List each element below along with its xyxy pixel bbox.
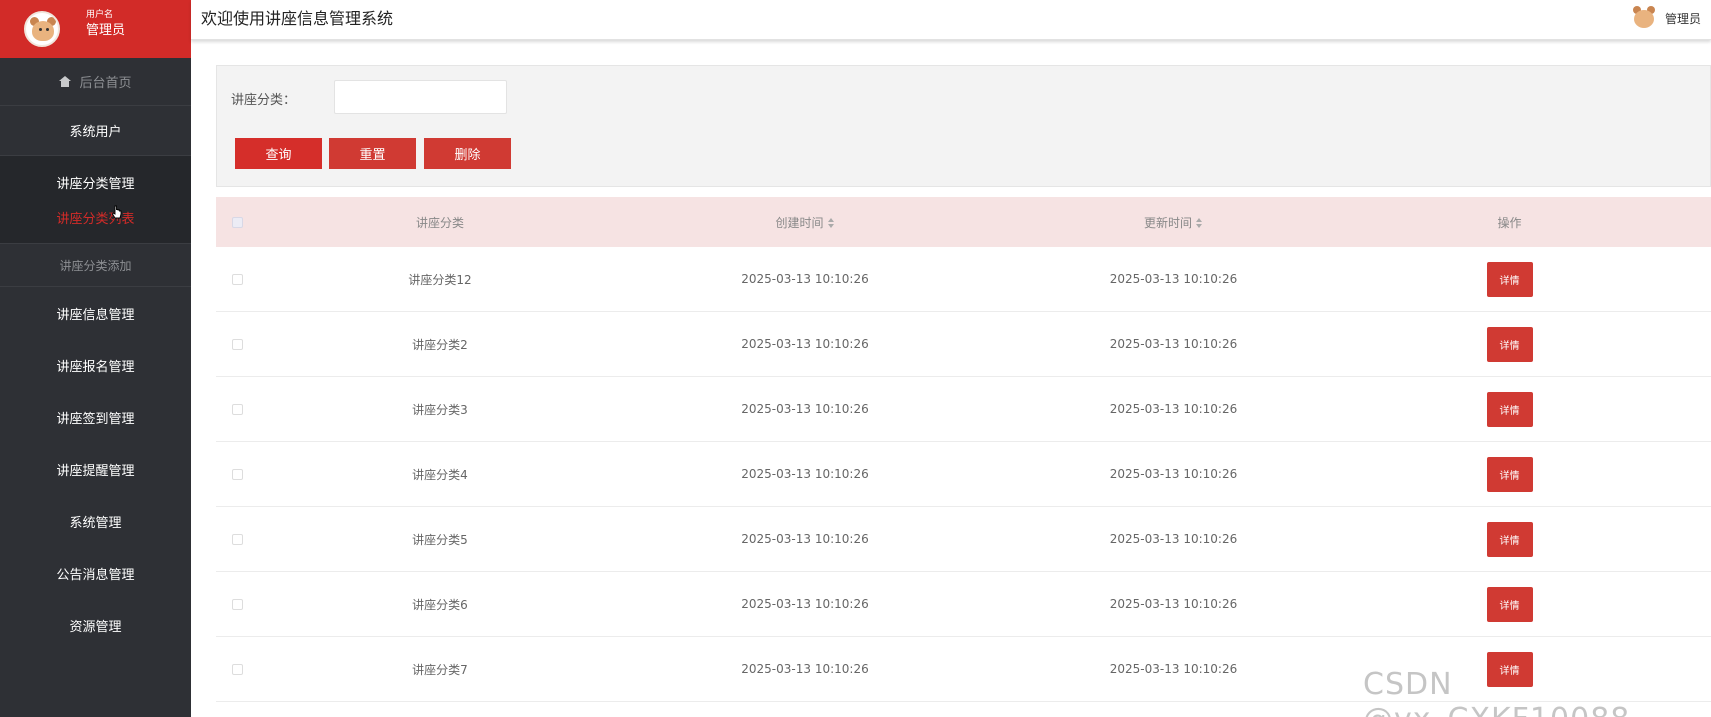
avatar[interactable]	[24, 11, 60, 47]
sidebar-item-checkin[interactable]: 讲座签到管理	[0, 391, 191, 443]
row-checkbox[interactable]	[232, 338, 243, 350]
top-user[interactable]: 管理员	[1631, 4, 1701, 32]
sidebar-item-label: 讲座信息管理	[56, 307, 135, 323]
detail-button[interactable]: 详情	[1486, 586, 1533, 622]
cell-updated: 2025-03-13 10:10:26	[1109, 662, 1238, 676]
row-checkbox[interactable]	[232, 663, 243, 675]
cell-category: 讲座分类3	[412, 402, 468, 417]
sidebar-item-label: 讲座报名管理	[56, 359, 135, 375]
table-row: 讲座分类12 2025-03-13 10:10:26 2025-03-13 10…	[216, 247, 1711, 312]
sidebar-item-label: 讲座签到管理	[56, 411, 135, 427]
sidebar-item-label: 讲座分类管理	[56, 176, 135, 192]
delete-button[interactable]: 删除	[424, 138, 511, 169]
table-row: 讲座分类4 2025-03-13 10:10:26 2025-03-13 10:…	[216, 442, 1711, 507]
header-created[interactable]: 创建时间	[621, 214, 989, 231]
sidebar-subitem-label: 讲座分类添加	[59, 258, 132, 273]
top-user-name: 管理员	[1664, 11, 1701, 26]
row-checkbox[interactable]	[232, 598, 243, 610]
sidebar-item-announcement[interactable]: 公告消息管理	[0, 547, 191, 599]
header-action: 操作	[1497, 215, 1522, 230]
detail-button[interactable]: 详情	[1486, 391, 1533, 427]
select-all-checkbox[interactable]	[232, 216, 243, 228]
cell-updated: 2025-03-13 10:10:26	[1109, 532, 1238, 546]
sidebar-item-label: 公告消息管理	[56, 567, 135, 583]
sidebar-item-lecture-info[interactable]: 讲座信息管理	[0, 287, 191, 339]
table-row: 讲座分类5 2025-03-13 10:10:26 2025-03-13 10:…	[216, 507, 1711, 572]
sidebar-item-registration[interactable]: 讲座报名管理	[0, 339, 191, 391]
row-checkbox[interactable]	[232, 403, 243, 415]
sort-icon[interactable]	[827, 218, 835, 228]
user-info: 用户名 管理员	[86, 9, 125, 41]
sidebar: 用户名 管理员 后台首页 系统用户 讲座分类管理 讲座分类列表 讲座分类添加 讲…	[0, 0, 191, 717]
sidebar-item-label: 系统用户	[69, 125, 122, 140]
row-checkbox[interactable]	[232, 468, 243, 480]
cell-created: 2025-03-13 10:10:26	[741, 662, 869, 676]
cell-created: 2025-03-13 10:10:26	[741, 597, 869, 611]
cell-updated: 2025-03-13 10:10:26	[1109, 272, 1238, 286]
detail-button[interactable]: 详情	[1486, 521, 1533, 557]
search-label: 讲座分类：	[231, 93, 297, 108]
user-name: 管理员	[86, 23, 126, 38]
sidebar-subitem-category-list[interactable]: 讲座分类列表	[0, 208, 191, 244]
search-panel: 讲座分类： 查询 重置 删除	[216, 65, 1711, 187]
cell-updated: 2025-03-13 10:10:26	[1109, 402, 1238, 416]
user-label: 用户名	[86, 10, 114, 20]
sidebar-subitem-category-add[interactable]: 讲座分类添加	[0, 244, 191, 287]
sidebar-home-label: 后台首页	[79, 76, 132, 91]
sidebar-item-system[interactable]: 系统管理	[0, 495, 191, 547]
cell-created: 2025-03-13 10:10:26	[741, 467, 869, 481]
user-avatar-icon	[1631, 4, 1657, 32]
sidebar-item-category-management[interactable]: 讲座分类管理	[0, 156, 191, 208]
query-button[interactable]: 查询	[235, 138, 322, 169]
cell-created: 2025-03-13 10:10:26	[741, 402, 869, 416]
row-checkbox[interactable]	[232, 533, 243, 545]
table-row: 讲座分类2 2025-03-13 10:10:26 2025-03-13 10:…	[216, 312, 1711, 377]
sidebar-item-label: 系统管理	[69, 515, 122, 531]
pointer-cursor-icon	[111, 205, 122, 219]
cell-updated: 2025-03-13 10:10:26	[1109, 337, 1238, 351]
cell-created: 2025-03-13 10:10:26	[741, 532, 869, 546]
sidebar-item-label: 讲座提醒管理	[56, 463, 135, 479]
top-bar: 欢迎使用讲座信息管理系统 管理员	[191, 0, 1711, 40]
watermark: CSDN @vx_CXKF10088	[1363, 667, 1629, 717]
table-header: 讲座分类 创建时间 更新时间 操作	[216, 197, 1711, 247]
row-checkbox[interactable]	[232, 273, 243, 285]
cell-category: 讲座分类7	[412, 662, 468, 677]
cell-category: 讲座分类4	[412, 467, 468, 482]
table-row: 讲座分类3 2025-03-13 10:10:26 2025-03-13 10:…	[216, 377, 1711, 442]
sidebar-item-reminder[interactable]: 讲座提醒管理	[0, 443, 191, 495]
sidebar-item-label: 资源管理	[69, 619, 122, 635]
cell-category: 讲座分类5	[412, 532, 468, 547]
cell-category: 讲座分类6	[412, 597, 468, 612]
sort-icon[interactable]	[1196, 218, 1203, 228]
category-search-input[interactable]	[334, 80, 507, 114]
page-title: 欢迎使用讲座信息管理系统	[201, 9, 394, 28]
cell-category: 讲座分类2	[412, 337, 468, 352]
cell-updated: 2025-03-13 10:10:26	[1109, 597, 1238, 611]
header-category: 讲座分类	[415, 215, 464, 230]
detail-button[interactable]: 详情	[1486, 456, 1533, 492]
category-table: 讲座分类 创建时间 更新时间 操作 讲座分类12 2025-03-13 10:1…	[216, 197, 1711, 702]
detail-button[interactable]: 详情	[1486, 261, 1533, 297]
home-icon	[59, 76, 72, 87]
cell-category: 讲座分类12	[408, 272, 472, 287]
sidebar-item-system-users[interactable]: 系统用户	[0, 106, 191, 156]
cell-updated: 2025-03-13 10:10:26	[1109, 467, 1238, 481]
header-created-label: 创建时间	[775, 215, 824, 230]
cell-created: 2025-03-13 10:10:26	[741, 337, 869, 351]
cell-created: 2025-03-13 10:10:26	[741, 272, 869, 286]
sidebar-item-home[interactable]: 后台首页	[0, 58, 191, 106]
sidebar-item-resource[interactable]: 资源管理	[0, 599, 191, 651]
header-updated-label: 更新时间	[1143, 215, 1192, 230]
sidebar-header: 用户名 管理员	[0, 0, 191, 58]
table-row: 讲座分类6 2025-03-13 10:10:26 2025-03-13 10:…	[216, 572, 1711, 637]
header-updated[interactable]: 更新时间	[989, 214, 1358, 231]
sidebar-group-category: 讲座分类管理 讲座分类列表	[0, 156, 191, 244]
detail-button[interactable]: 详情	[1486, 326, 1533, 362]
reset-button[interactable]: 重置	[329, 138, 416, 169]
